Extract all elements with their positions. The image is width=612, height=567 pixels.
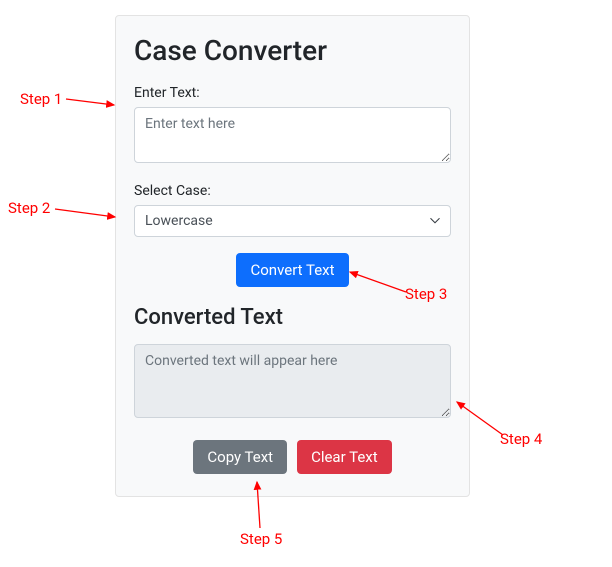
copy-button[interactable]: Copy Text bbox=[193, 440, 287, 474]
convert-button[interactable]: Convert Text bbox=[236, 253, 348, 287]
output-textarea[interactable] bbox=[134, 344, 451, 418]
action-row: Copy Text Clear Text bbox=[134, 440, 451, 474]
select-section: Select Case: Lowercase bbox=[134, 183, 451, 237]
annotation-step1: Step 1 bbox=[20, 90, 62, 108]
output-title: Converted Text bbox=[134, 305, 451, 330]
input-label: Enter Text: bbox=[134, 85, 451, 101]
annotation-step5: Step 5 bbox=[240, 530, 282, 548]
input-section: Enter Text: bbox=[134, 85, 451, 167]
case-select[interactable]: Lowercase bbox=[134, 205, 451, 237]
case-converter-card: Case Converter Enter Text: Select Case: … bbox=[115, 15, 470, 497]
page-title: Case Converter bbox=[134, 34, 451, 67]
convert-row: Convert Text bbox=[134, 253, 451, 287]
select-label: Select Case: bbox=[134, 183, 451, 199]
input-textarea[interactable] bbox=[134, 107, 451, 163]
clear-button[interactable]: Clear Text bbox=[297, 440, 392, 474]
annotation-step2: Step 2 bbox=[8, 199, 50, 217]
annotation-step4: Step 4 bbox=[500, 430, 542, 448]
